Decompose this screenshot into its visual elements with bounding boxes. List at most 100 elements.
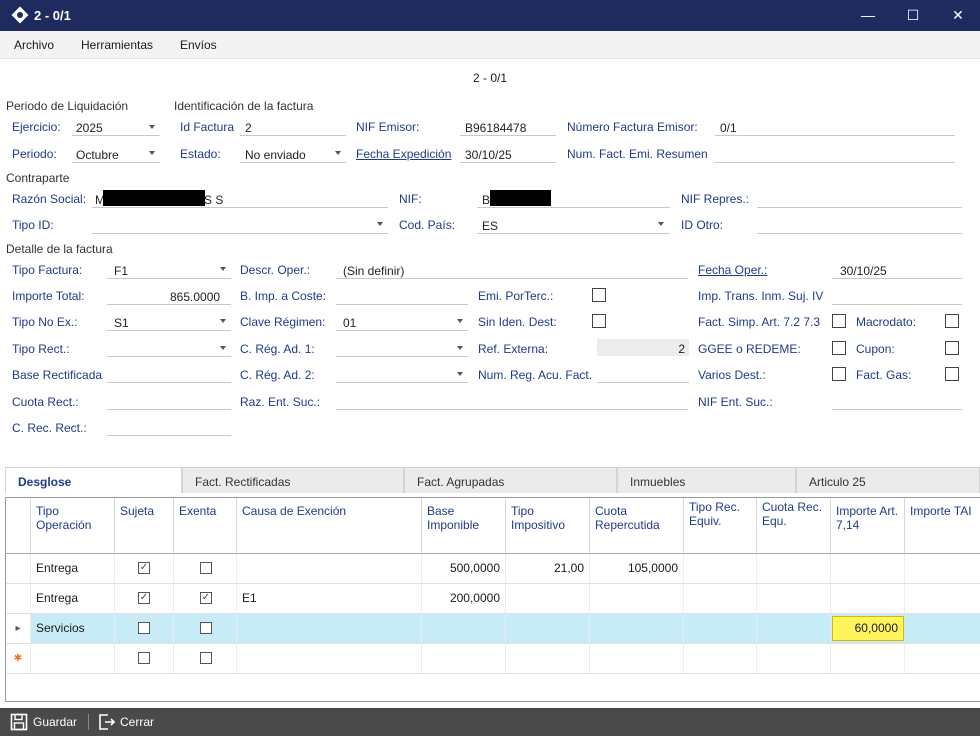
table-row-new[interactable]: ✱ [6, 644, 980, 674]
maximize-button[interactable]: ☐ [893, 4, 933, 26]
table-row-selected[interactable]: ▸ Servicios 60,0000 [6, 614, 980, 644]
column-header[interactable]: Tipo Operación [31, 498, 115, 554]
exenta-checkbox[interactable]: ✓ [200, 592, 212, 604]
tipo-rec-cell[interactable] [684, 644, 757, 673]
exenta-checkbox[interactable] [200, 622, 212, 634]
cuota-rec-cell[interactable] [757, 584, 831, 613]
tab-inmuebles[interactable]: Inmuebles [617, 467, 796, 493]
causa-cell[interactable]: E1 [237, 584, 422, 613]
id-otro-field[interactable] [757, 233, 962, 234]
sujeta-checkbox[interactable]: ✓ [138, 562, 150, 574]
fecha-expedicion-field[interactable]: 30/10/25 [465, 148, 512, 162]
base-rectificada-field[interactable] [107, 382, 231, 383]
numero-factura-field[interactable]: 0/1 [720, 121, 737, 135]
nif-repres-field[interactable] [757, 207, 962, 208]
macrodato-checkbox[interactable] [945, 314, 959, 328]
close-window-button[interactable]: ✕ [938, 4, 978, 26]
base-imponible-cell[interactable]: 500,0000 [422, 554, 506, 583]
sin-iden-dest-checkbox[interactable] [592, 314, 606, 328]
sujeta-checkbox[interactable]: ✓ [138, 592, 150, 604]
exenta-checkbox[interactable] [200, 562, 212, 574]
cupon-checkbox[interactable] [945, 341, 959, 355]
num-reg-acu-field[interactable] [597, 382, 689, 383]
cuota-repercutida-cell[interactable] [590, 584, 684, 613]
importe-tai-cell[interactable] [905, 644, 980, 673]
cuota-rec-cell[interactable] [757, 554, 831, 583]
descr-oper-field[interactable]: (Sin definir) [343, 264, 404, 278]
column-header[interactable]: Base Imponible [422, 498, 506, 554]
tab-desglose[interactable]: Desglose [5, 467, 182, 493]
importe-714-cell-active[interactable]: 60,0000 [832, 616, 904, 641]
cuota-repercutida-cell[interactable]: 105,0000 [590, 554, 684, 583]
exenta-checkbox[interactable] [200, 652, 212, 664]
column-header[interactable]: Causa de Exención [237, 498, 422, 554]
tipo-impositivo-cell[interactable] [506, 584, 590, 613]
fecha-expedicion-link[interactable]: Fecha Expedición [356, 147, 451, 161]
column-header[interactable]: Tipo Rec. Equiv. [684, 498, 757, 554]
nif-field[interactable] [477, 207, 670, 208]
tab-fact-rectificadas[interactable]: Fact. Rectificadas [182, 467, 404, 493]
tab-fact-agrupadas[interactable]: Fact. Agrupadas [404, 467, 617, 493]
base-imponible-cell[interactable] [422, 614, 506, 643]
id-factura-field[interactable]: 2 [245, 121, 252, 135]
b-imp-coste-field[interactable] [336, 304, 468, 305]
causa-cell[interactable] [237, 644, 422, 673]
table-row[interactable]: Entrega ✓ 500,0000 21,00 105,0000 [6, 554, 980, 584]
importe-714-cell[interactable] [831, 554, 905, 583]
tipo-operacion-cell[interactable]: Servicios [31, 614, 115, 643]
causa-cell[interactable] [237, 614, 422, 643]
column-header[interactable]: Tipo Impositivo [506, 498, 590, 554]
ggee-checkbox[interactable] [832, 341, 846, 355]
varios-dest-checkbox[interactable] [832, 367, 846, 381]
nif-emisor-field[interactable]: B96184478 [465, 121, 526, 135]
importe-total-field[interactable]: 865.0000 [170, 290, 220, 304]
tipo-impositivo-cell[interactable] [506, 644, 590, 673]
sujeta-checkbox[interactable] [138, 652, 150, 664]
cuota-rec-cell[interactable] [757, 644, 831, 673]
cuota-repercutida-cell[interactable] [590, 644, 684, 673]
column-header[interactable]: Importe TAI [905, 498, 980, 554]
table-row[interactable]: Entrega ✓ ✓ E1 200,0000 [6, 584, 980, 614]
column-header[interactable]: Cuota Rec. Equ. [757, 498, 831, 554]
imp-trans-field[interactable] [832, 304, 962, 305]
tipo-impositivo-cell[interactable] [506, 614, 590, 643]
tipo-operacion-cell[interactable] [31, 644, 115, 673]
column-header[interactable]: Cuota Repercutida [590, 498, 684, 554]
importe-714-cell[interactable] [831, 584, 905, 613]
tipo-rec-cell[interactable] [684, 554, 757, 583]
razon-social-field[interactable] [92, 207, 388, 208]
ref-externa-field[interactable]: 2 [597, 339, 689, 356]
importe-714-cell[interactable] [831, 644, 905, 673]
causa-cell[interactable] [237, 554, 422, 583]
sujeta-checkbox[interactable] [138, 622, 150, 634]
tipo-impositivo-cell[interactable]: 21,00 [506, 554, 590, 583]
tipo-operacion-cell[interactable]: Entrega [31, 584, 115, 613]
c-rec-rect-field[interactable] [107, 435, 231, 436]
fecha-oper-link[interactable]: Fecha Oper.: [698, 263, 767, 277]
column-header[interactable]: Exenta [174, 498, 237, 554]
tipo-rec-cell[interactable] [684, 584, 757, 613]
importe-tai-cell[interactable] [905, 554, 980, 583]
base-imponible-cell[interactable]: 200,0000 [422, 584, 506, 613]
base-imponible-cell[interactable] [422, 644, 506, 673]
emi-porterc-checkbox[interactable] [592, 288, 606, 302]
column-header[interactable]: Sujeta [115, 498, 174, 554]
cuota-repercutida-cell[interactable] [590, 614, 684, 643]
minimize-button[interactable]: — [848, 4, 888, 26]
importe-tai-cell[interactable] [905, 614, 980, 643]
menu-archivo[interactable]: Archivo [14, 38, 54, 52]
num-fact-resumen-field[interactable] [715, 162, 955, 163]
column-header[interactable]: Importe Art. 7,14 [831, 498, 905, 554]
cuota-rec-cell[interactable] [757, 614, 831, 643]
tab-articulo-25[interactable]: Articulo 25 [796, 467, 980, 493]
fecha-oper-field[interactable]: 30/10/25 [840, 264, 887, 278]
tipo-rec-cell[interactable] [684, 614, 757, 643]
fact-simp-checkbox[interactable] [832, 314, 846, 328]
menu-herramientas[interactable]: Herramientas [81, 38, 153, 52]
fact-gas-checkbox[interactable] [945, 367, 959, 381]
menu-envios[interactable]: Envíos [180, 38, 217, 52]
tipo-operacion-cell[interactable]: Entrega [31, 554, 115, 583]
raz-ent-suc-field[interactable] [336, 409, 688, 410]
cuota-rect-field[interactable] [107, 409, 231, 410]
importe-tai-cell[interactable] [905, 584, 980, 613]
